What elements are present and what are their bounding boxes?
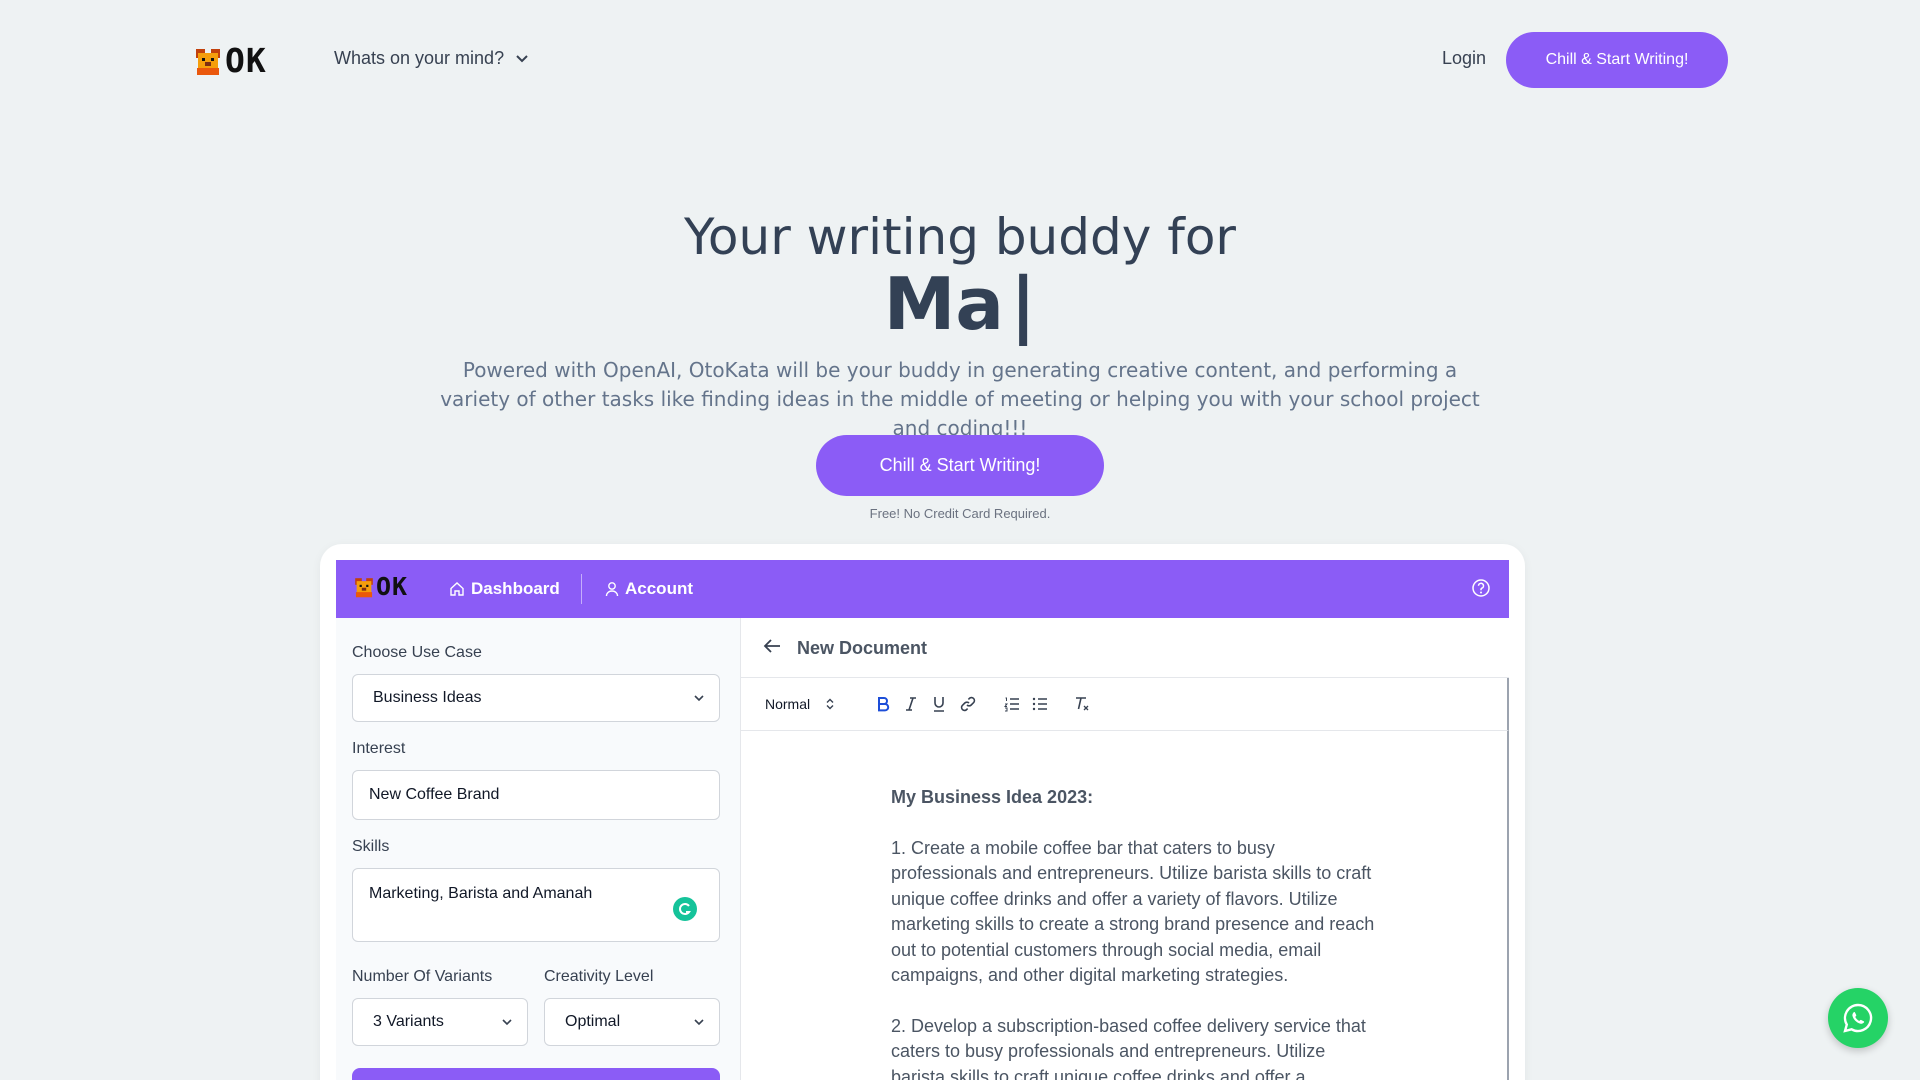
creativity-select[interactable]: Optimal — [544, 998, 720, 1046]
italic-button[interactable] — [903, 694, 919, 714]
app-header: OK Dashboard Account — [336, 560, 1509, 618]
typed-word: Ma — [883, 262, 1004, 346]
help-icon[interactable] — [1471, 578, 1491, 598]
arrow-left-icon[interactable] — [763, 638, 781, 654]
variants-select[interactable]: 3 Variants — [352, 998, 528, 1046]
bullet-list-icon — [1032, 697, 1047, 711]
app-preview: OK Dashboard Account Choose Use Case Bus… — [320, 544, 1525, 1080]
app-logo[interactable]: OK — [353, 572, 409, 601]
skills-textarea[interactable]: Marketing, Barista and Amanah — [352, 868, 720, 942]
document-editor: New Document Normal My Business Idea 202… — [741, 618, 1509, 1080]
nav-dashboard-label: Dashboard — [471, 579, 560, 598]
creativity-label: Creativity Level — [544, 968, 654, 985]
whatsapp-chat-button[interactable] — [1828, 988, 1888, 1048]
hero-description: Powered with OpenAI, OtoKata will be you… — [440, 358, 1480, 440]
ordered-list-icon — [1004, 697, 1019, 712]
document-title: New Document — [797, 638, 928, 658]
interest-input[interactable]: New Coffee Brand — [352, 770, 720, 820]
chevron-down-icon — [502, 1019, 512, 1026]
dog-logo-icon — [355, 578, 373, 598]
bullet-list-button[interactable] — [1031, 694, 1049, 714]
grammarly-icon[interactable] — [673, 897, 697, 921]
creativity-value: Optimal — [565, 1013, 621, 1030]
link-button[interactable] — [959, 694, 977, 714]
format-select[interactable]: Normal — [765, 694, 834, 714]
variants-label: Number Of Variants — [352, 968, 493, 985]
document-heading: My Business Idea 2023: — [891, 787, 1094, 807]
chevron-down-icon — [694, 695, 704, 702]
use-case-label: Choose Use Case — [352, 644, 482, 661]
nav-dashboard[interactable]: Dashboard — [449, 560, 560, 618]
nav-account[interactable]: Account — [605, 560, 693, 618]
italic-icon — [906, 697, 916, 711]
hero-title: Your writing buddy for — [684, 208, 1236, 266]
interest-label: Interest — [352, 740, 406, 757]
link-icon — [960, 696, 976, 712]
document-paragraph: 2. Develop a subscription-based coffee d… — [891, 1015, 1366, 1080]
user-icon — [605, 582, 619, 597]
dog-logo-icon — [196, 49, 220, 75]
document-content[interactable]: My Business Idea 2023: 1. Create a mobil… — [741, 731, 1509, 1080]
chevron-down-icon — [516, 54, 528, 62]
generate-button[interactable] — [352, 1068, 720, 1080]
bold-icon — [878, 697, 890, 712]
editor-toolbar: Normal — [741, 678, 1509, 731]
topic-dropdown[interactable]: Whats on your mind? — [334, 48, 528, 69]
topic-dropdown-label: Whats on your mind? — [334, 48, 505, 68]
nav-divider — [581, 574, 582, 604]
chevron-down-icon — [694, 1019, 704, 1026]
start-writing-button[interactable]: Chill & Start Writing! — [1506, 32, 1728, 88]
document-header: New Document — [741, 618, 1509, 678]
hero-start-writing-button[interactable]: Chill & Start Writing! — [816, 435, 1104, 496]
document-body: My Business Idea 2023: 1. Create a mobil… — [891, 785, 1381, 1080]
login-link[interactable]: Login — [1442, 48, 1486, 69]
use-case-value: Business Ideas — [373, 689, 482, 706]
document-paragraph: 1. Create a mobile coffee bar that cater… — [891, 837, 1375, 986]
clear-format-icon — [1076, 697, 1089, 711]
ordered-list-button[interactable] — [1003, 694, 1021, 714]
hero-typed-text: Ma| — [0, 262, 1920, 346]
clear-format-button[interactable] — [1073, 694, 1091, 714]
interest-value: New Coffee Brand — [369, 786, 500, 803]
top-navigation: OK Whats on your mind? Login Chill & Sta… — [0, 0, 1920, 120]
format-value: Normal — [765, 696, 811, 712]
bold-button[interactable] — [875, 694, 891, 714]
use-case-select[interactable]: Business Ideas — [352, 674, 720, 722]
whatsapp-icon — [1843, 1003, 1873, 1033]
generator-form: Choose Use Case Business Ideas Interest … — [336, 618, 741, 1080]
sort-arrows-icon — [826, 698, 834, 710]
home-icon — [450, 582, 464, 596]
site-logo[interactable]: OK — [193, 41, 267, 80]
variants-value: 3 Variants — [373, 1013, 444, 1030]
skills-value: Marketing, Barista and Amanah — [369, 885, 593, 902]
nav-account-label: Account — [625, 579, 693, 598]
underline-button[interactable] — [931, 694, 947, 714]
logo-text: OK — [225, 41, 267, 80]
underline-icon — [934, 697, 944, 712]
skills-label: Skills — [352, 838, 390, 855]
app-logo-text: OK — [376, 572, 409, 601]
free-note: Free! No Credit Card Required. — [869, 506, 1051, 521]
typing-caret: | — [1009, 262, 1037, 346]
